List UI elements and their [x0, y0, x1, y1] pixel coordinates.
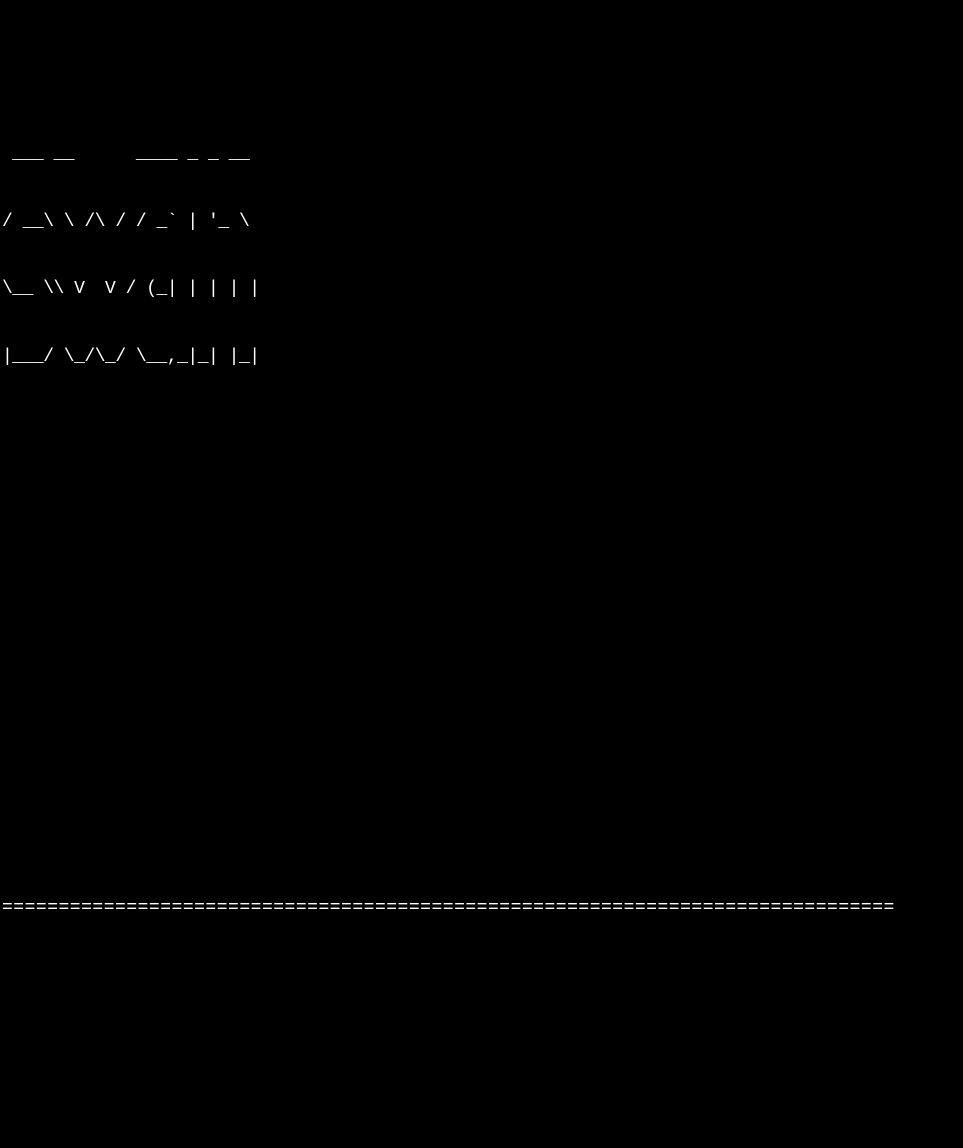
ascii-art-line-1: ___ __ ____ _ _ __: [2, 144, 961, 165]
ascii-art-line-2: / __\ \ /\ / / _` | '_ \: [2, 212, 961, 233]
divider-top: ========================================…: [2, 897, 961, 920]
terminal-window[interactable]: ___ __ ____ _ _ __ / __\ \ /\ / / _` | '…: [0, 94, 963, 1148]
ascii-art-line-3: \__ \\ V V / (_| | | | |: [2, 279, 961, 300]
ascii-art-line-4: |___/ \_/\_/ \__,_|_| |_|: [2, 347, 961, 368]
